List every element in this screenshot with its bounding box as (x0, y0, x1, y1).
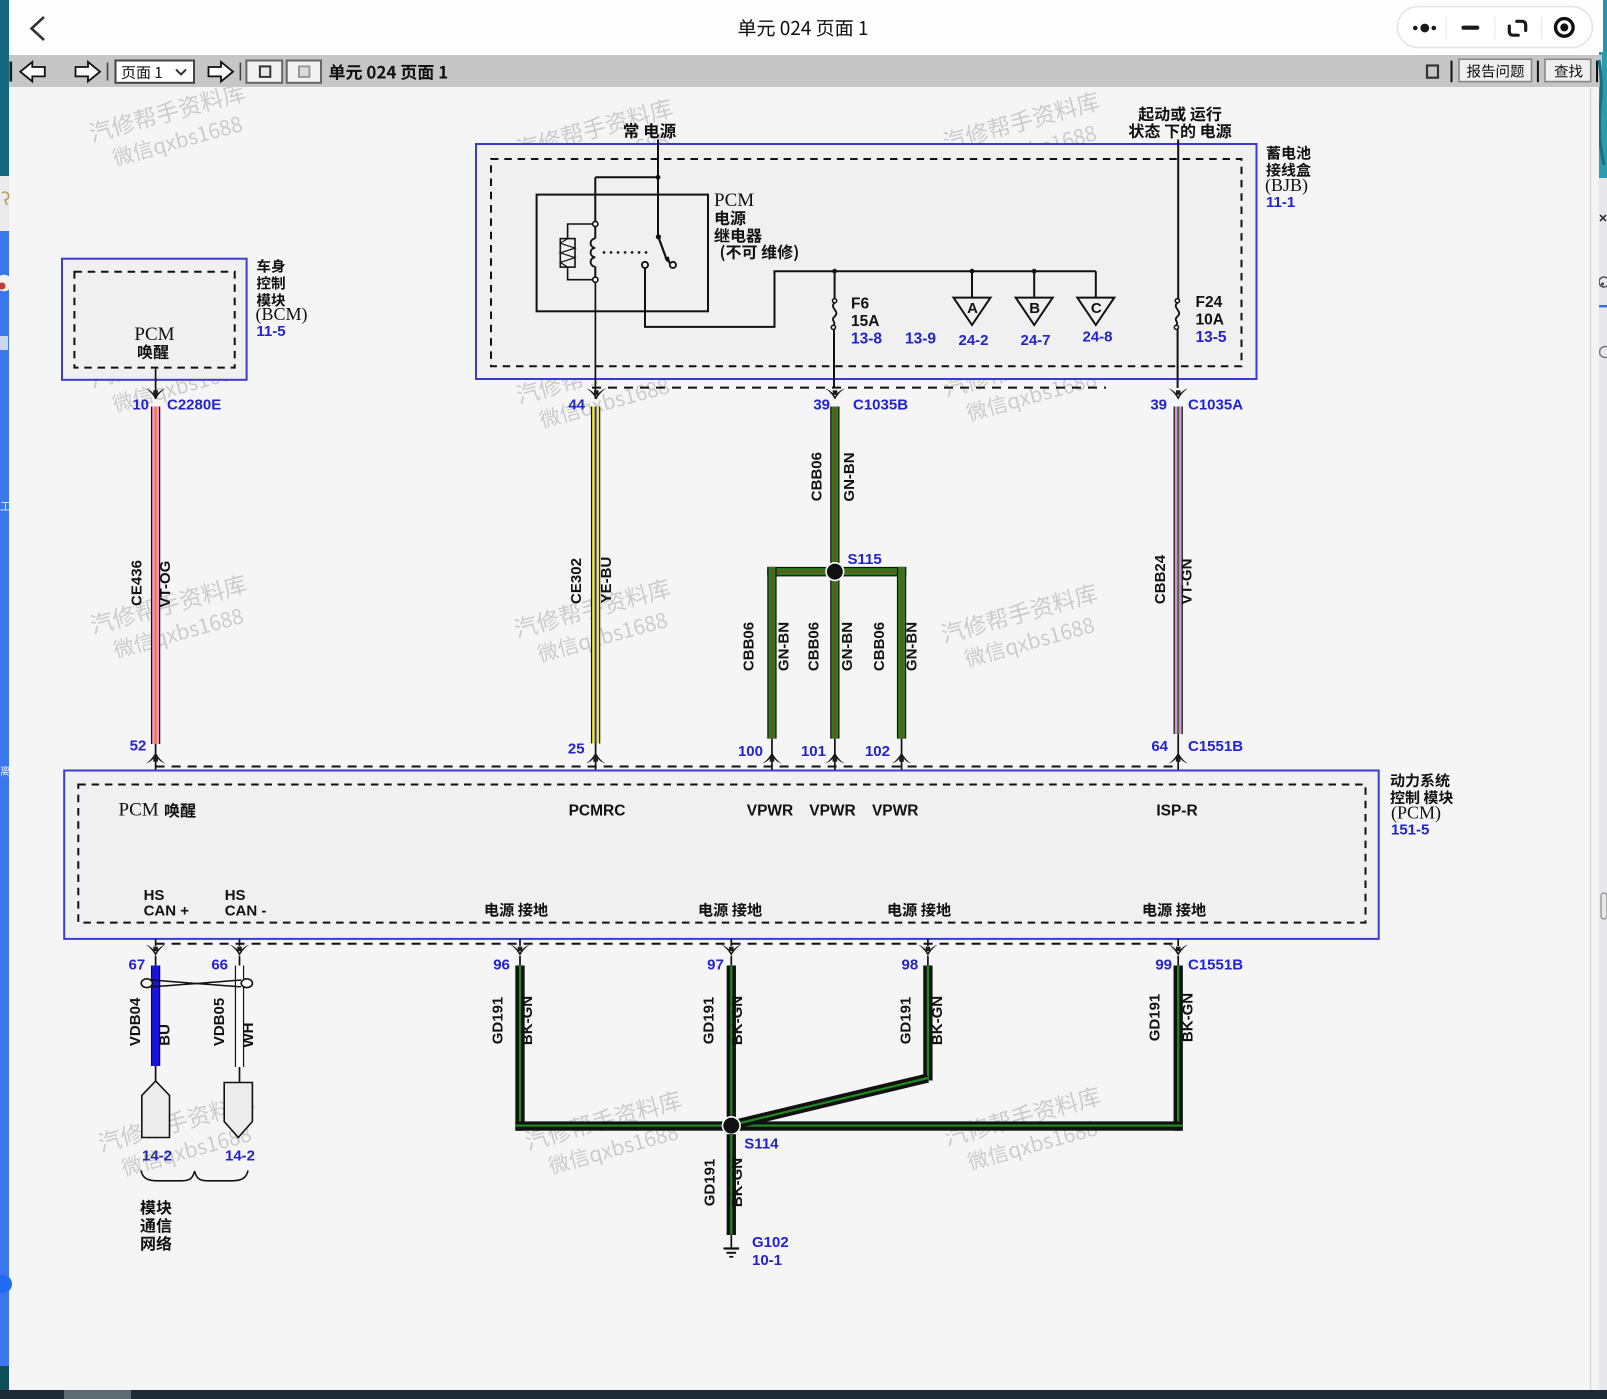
svg-text:BK-GN: BK-GN (1180, 993, 1197, 1042)
svg-text:10A: 10A (1196, 312, 1224, 329)
svg-text:101: 101 (801, 743, 826, 760)
svg-text:24-2: 24-2 (958, 332, 988, 349)
svg-text:BK-GN: BK-GN (729, 1158, 746, 1207)
svg-text:CAN +: CAN + (144, 903, 190, 920)
svg-text:C1551B: C1551B (1188, 957, 1243, 974)
svg-text:G102: G102 (752, 1234, 789, 1251)
svg-text:52: 52 (130, 738, 147, 755)
svg-text:66: 66 (211, 957, 228, 974)
svg-text:VPWR: VPWR (747, 803, 794, 820)
svg-text:WH: WH (240, 1023, 257, 1048)
svg-text:GN-BN: GN-BN (839, 622, 856, 671)
svg-text:11-5: 11-5 (256, 323, 285, 340)
svg-text:GD191: GD191 (701, 1159, 718, 1207)
svg-text:67: 67 (129, 957, 146, 974)
svg-text:100: 100 (738, 743, 763, 760)
svg-text:ISP-R: ISP-R (1156, 803, 1197, 820)
svg-text:10: 10 (132, 397, 149, 414)
svg-text:C: C (1091, 300, 1102, 317)
svg-text:CBB06: CBB06 (806, 622, 823, 671)
svg-text:25: 25 (568, 741, 585, 758)
svg-text:C1035A: C1035A (1188, 397, 1243, 414)
svg-text:C2280E: C2280E (167, 397, 221, 414)
svg-text:S115: S115 (848, 551, 882, 568)
svg-text:99: 99 (1155, 957, 1172, 974)
svg-text:13-5: 13-5 (1196, 329, 1227, 346)
svg-text:14-2: 14-2 (225, 1148, 255, 1165)
svg-text:CBB06: CBB06 (871, 622, 888, 671)
svg-text:PCM: PCM (119, 800, 159, 821)
svg-text:HS: HS (225, 887, 246, 904)
svg-text:151-5: 151-5 (1391, 822, 1429, 839)
svg-text:(BCM): (BCM) (256, 304, 308, 325)
svg-text:BU: BU (156, 1024, 173, 1046)
svg-text:GD191: GD191 (701, 997, 718, 1045)
svg-text:VDB04: VDB04 (127, 997, 144, 1046)
svg-text:11-1: 11-1 (1266, 194, 1295, 211)
svg-text:BK-GN: BK-GN (519, 996, 536, 1045)
svg-text:(PCM): (PCM) (1391, 803, 1441, 824)
svg-text:HS: HS (144, 887, 165, 904)
svg-text:10-1: 10-1 (752, 1252, 782, 1269)
svg-text:97: 97 (707, 957, 724, 974)
svg-text:(BJB): (BJB) (1265, 175, 1308, 196)
svg-text:98: 98 (902, 957, 919, 974)
svg-text:C1551B: C1551B (1188, 738, 1243, 755)
svg-text:YE-BU: YE-BU (598, 557, 615, 604)
svg-text:PCM: PCM (714, 190, 754, 211)
svg-text:13-8: 13-8 (851, 331, 882, 348)
svg-text:C1035B: C1035B (853, 397, 908, 414)
svg-text:GD191: GD191 (490, 997, 507, 1045)
svg-text:96: 96 (493, 957, 510, 974)
svg-text:13-9: 13-9 (905, 331, 936, 348)
svg-text:44: 44 (568, 397, 585, 414)
svg-text:CAN -: CAN - (225, 903, 267, 920)
svg-text:102: 102 (865, 743, 890, 760)
svg-text:CBB06: CBB06 (741, 622, 758, 671)
svg-text:39: 39 (813, 397, 830, 414)
svg-text:F6: F6 (851, 296, 869, 313)
svg-text:BK-GN: BK-GN (929, 996, 946, 1045)
svg-text:24-7: 24-7 (1020, 332, 1050, 349)
svg-text:CE436: CE436 (129, 560, 146, 606)
svg-text:GN-BN: GN-BN (904, 622, 921, 671)
svg-text:S114: S114 (744, 1136, 779, 1153)
svg-text:39: 39 (1150, 397, 1167, 414)
svg-text:工: 工 (0, 501, 11, 513)
svg-text:离: 离 (0, 764, 11, 778)
svg-text:VPWR: VPWR (872, 803, 919, 820)
svg-text:CBB06: CBB06 (808, 452, 825, 501)
svg-text:GD191: GD191 (1147, 994, 1164, 1042)
svg-text:BK-GN: BK-GN (729, 996, 746, 1045)
svg-text:GN-BN: GN-BN (775, 622, 792, 671)
svg-text:B: B (1029, 300, 1040, 317)
svg-text:15A: 15A (851, 313, 879, 330)
svg-text:VT-OG: VT-OG (157, 561, 174, 608)
svg-text:F24: F24 (1196, 294, 1223, 311)
svg-text:64: 64 (1151, 738, 1168, 755)
svg-text:PCM: PCM (134, 324, 174, 345)
svg-text:VT-GN: VT-GN (1179, 559, 1196, 605)
svg-text:GN-BN: GN-BN (841, 452, 858, 501)
svg-text:CE302: CE302 (568, 558, 585, 604)
svg-text:CBB24: CBB24 (1152, 554, 1169, 604)
svg-text:PCMRC: PCMRC (569, 803, 626, 820)
svg-text:24-8: 24-8 (1082, 329, 1112, 346)
svg-text:GD191: GD191 (897, 997, 914, 1045)
svg-text:14-2: 14-2 (142, 1148, 172, 1165)
svg-text:A: A (967, 300, 978, 317)
svg-text:VDB05: VDB05 (211, 998, 228, 1046)
svg-text:VPWR: VPWR (809, 803, 856, 820)
